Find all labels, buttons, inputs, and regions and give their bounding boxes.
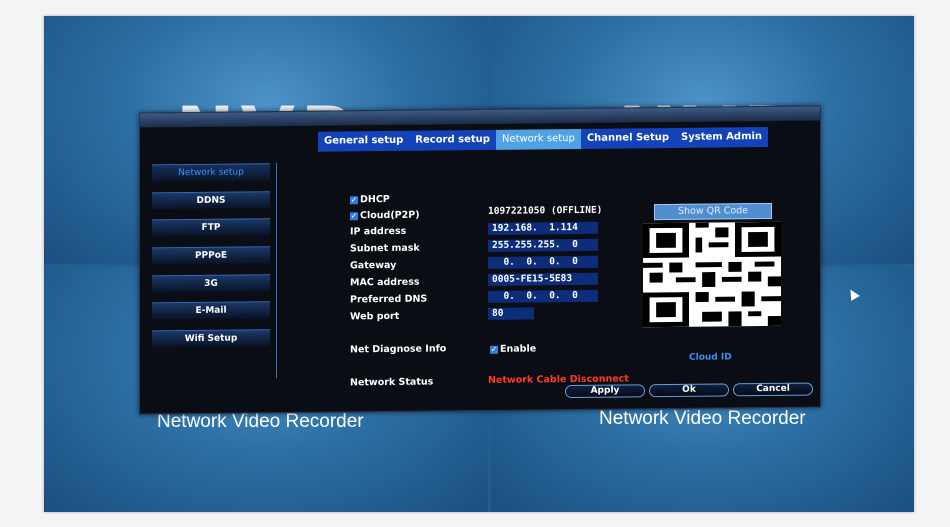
- screen-photo: NVR NVR Network Video Recorder Network V…: [44, 16, 914, 512]
- mac-address-label: MAC address: [350, 276, 420, 289]
- caption-left: Network Video Recorder: [157, 411, 364, 432]
- caption-right: Network Video Recorder: [599, 408, 806, 429]
- cloud-checkbox[interactable]: ✓: [350, 211, 358, 220]
- cloud-id-value: 1097221050 (OFFLINE): [488, 204, 603, 217]
- subnet-mask-field[interactable]: 255.255.255. 0: [488, 238, 598, 252]
- ip-address-label: IP address: [350, 225, 407, 238]
- show-qr-code-button[interactable]: Show QR Code: [654, 202, 772, 221]
- sidebar-item-wifi-setup[interactable]: Wifi Setup: [152, 329, 270, 348]
- net-diagnose-enable[interactable]: ✓ Enable: [490, 343, 537, 355]
- subnet-mask-label: Subnet mask: [350, 242, 420, 255]
- qr-caption: Cloud ID: [689, 352, 732, 363]
- network-setup-dialog: General setup Record setup Network setup…: [139, 105, 821, 415]
- web-port-field[interactable]: 80: [488, 307, 534, 320]
- qr-code: [643, 221, 781, 328]
- sidebar: Network setup DDNS FTP PPPoE 3G E-Mail W…: [152, 163, 277, 380]
- gateway-field[interactable]: 0. 0. 0. 0: [488, 255, 598, 269]
- cancel-button[interactable]: Cancel: [733, 382, 813, 397]
- dialog-buttons: Apply Ok Cancel: [565, 382, 817, 399]
- gateway-label: Gateway: [350, 259, 397, 272]
- ip-address-field[interactable]: 192.168. 1.114: [488, 221, 598, 235]
- tab-system-admin[interactable]: System Admin: [675, 126, 769, 148]
- sidebar-item-ftp[interactable]: FTP: [152, 218, 270, 237]
- net-diagnose-checkbox[interactable]: ✓: [490, 344, 498, 354]
- mac-address-field: 0005-FE15-5E83: [488, 272, 598, 286]
- tab-general-setup[interactable]: General setup: [318, 130, 410, 152]
- tab-record-setup[interactable]: Record setup: [409, 129, 496, 151]
- net-diagnose-enable-label: Enable: [500, 343, 537, 355]
- sidebar-item-3g[interactable]: 3G: [152, 273, 270, 293]
- ok-button[interactable]: Ok: [649, 383, 729, 398]
- sidebar-item-email[interactable]: E-Mail: [152, 301, 270, 320]
- preferred-dns-field[interactable]: 0. 0. 0. 0: [488, 289, 598, 303]
- tab-network-setup[interactable]: Network setup: [495, 128, 581, 150]
- tab-channel-setup[interactable]: Channel Setup: [580, 127, 676, 149]
- sidebar-item-ddns[interactable]: DDNS: [152, 190, 270, 210]
- dhcp-checkbox[interactable]: ✓: [350, 195, 358, 204]
- network-form: ✓ DHCP ✓ Cloud(P2P) 1097221050 (OFFLINE) S…: [350, 171, 820, 396]
- web-port-label: Web port: [350, 310, 400, 323]
- sidebar-item-network-setup[interactable]: Network setup: [152, 163, 270, 182]
- cloud-label: Cloud(P2P): [360, 209, 420, 222]
- preferred-dns-label: Preferred DNS: [350, 293, 428, 306]
- network-status-label: Network Status: [350, 376, 434, 389]
- dhcp-row[interactable]: ✓ DHCP: [350, 194, 390, 205]
- sidebar-item-pppoe[interactable]: PPPoE: [152, 246, 270, 265]
- dhcp-label: DHCP: [360, 193, 390, 206]
- net-diagnose-label: Net Diagnose Info: [350, 343, 447, 356]
- tab-bar: General setup Record setup Network setup…: [318, 126, 769, 152]
- apply-button[interactable]: Apply: [565, 384, 645, 399]
- cloud-row[interactable]: ✓ Cloud(P2P): [350, 210, 420, 222]
